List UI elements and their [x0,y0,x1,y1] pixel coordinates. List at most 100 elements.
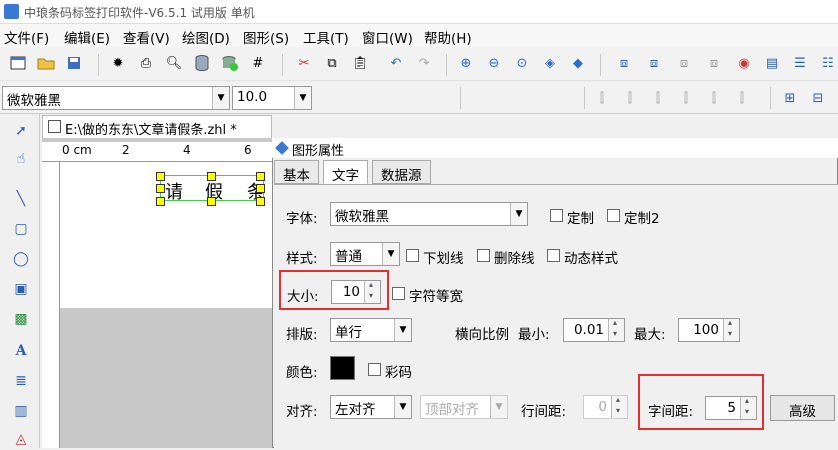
zoom-out-icon[interactable]: ⊖ [484,53,504,73]
settings-gear-icon[interactable]: ✹ [108,53,128,73]
stepper-arrows-icon[interactable] [723,318,739,341]
max-label: 最大: [634,327,666,343]
paste-icon[interactable]: 📋︎ [350,53,370,73]
underline-checkbox[interactable] [406,249,419,262]
menu-help[interactable]: 帮助(H) [424,27,472,47]
style-label: 样式: [286,251,318,267]
zoom-icon[interactable]: ⊙ [512,53,532,73]
cut-icon[interactable]: ✂ [294,53,314,73]
layout-select[interactable]: 单行 ▼ [330,318,412,342]
font-family-select[interactable]: 微软雅黑 ▼ [2,86,230,110]
group-icon[interactable]: ⧈ [674,53,694,73]
selection-handle[interactable] [256,184,265,193]
select-pointer-icon[interactable]: ➚ [10,120,32,142]
custom-checkbox[interactable] [550,209,563,222]
dynamic-style-checkbox[interactable] [547,249,560,262]
ellipse-tool-icon[interactable]: ◯ [10,248,32,270]
document-tab[interactable]: E:\做的东东\文章请假条.zhl * [42,115,272,138]
send-backward-icon[interactable]: ⧈ [644,53,664,73]
line-spacing-stepper[interactable]: 0 [583,395,628,419]
stepper-arrows-icon[interactable] [608,318,624,341]
vertical-align-value: 顶部对齐 [425,402,479,418]
print-icon[interactable]: ⎙ [136,53,156,73]
format-toolbar: 微软雅黑▼ 10.0▼ B I U S ⫿ ⫿ ⫿ ⫿ ⫿ ⫿ ⊞ ⊟ [0,82,838,190]
layer-icon[interactable]: ▤ [762,53,782,73]
bring-forward-icon[interactable]: ⧈ [614,53,634,73]
monospace-checkbox[interactable] [392,287,405,300]
align-objects-middle-icon[interactable]: ⫿ [704,88,724,108]
text-tool-icon[interactable]: A [10,340,32,362]
selection-handle[interactable] [156,172,165,181]
shape-tool-icon[interactable]: ◬ [10,428,32,450]
selection-handle[interactable] [256,197,265,206]
rectangle-tool-icon[interactable]: ▢ [10,218,32,240]
paragraph-text-icon[interactable]: ≣ [10,370,32,392]
line-tool-icon[interactable]: ╲ [10,188,32,210]
center-horizontal-icon[interactable]: ⊞ [780,88,800,108]
data-sync-icon[interactable] [220,53,240,73]
tab-text[interactable]: 文字 [323,160,368,184]
lock-view-icon[interactable]: ◉ [734,53,754,73]
font-select[interactable]: 微软雅黑 ▼ [330,202,528,226]
ungroup-icon[interactable]: ⧈ [704,53,724,73]
min-value: 0.01 [573,322,604,338]
fit-page-icon[interactable]: ◈ [540,53,560,73]
redo-icon[interactable]: ↷ [414,53,434,73]
database-icon[interactable] [192,53,212,73]
selection-handle[interactable] [156,184,165,193]
menu-window[interactable]: 窗口(W) [362,27,413,47]
menu-edit[interactable]: 编辑(E) [64,27,110,47]
actual-size-icon[interactable]: ◆ [568,53,588,73]
selection-handle[interactable] [207,197,216,206]
menu-draw[interactable]: 绘图(D) [182,27,230,47]
align-objects-right-icon[interactable]: ⫿ [648,88,668,108]
open-folder-icon[interactable] [36,53,56,73]
center-vertical-icon[interactable]: ⊟ [808,88,828,108]
vertical-align-select[interactable]: 顶部对齐 ▼ [420,395,508,419]
align-objects-bottom-icon[interactable]: ⫿ [732,88,752,108]
highlight-box [638,374,764,430]
menu-file[interactable]: 文件(F) [4,27,49,47]
barcode-tool-icon[interactable]: ▥ [10,400,32,422]
save-icon[interactable] [64,53,84,73]
custom2-checkbox[interactable] [607,209,620,222]
menu-view[interactable]: 查看(V) [123,27,170,47]
font-label: 字体: [286,211,318,227]
undo-icon[interactable]: ↶ [386,53,406,73]
color-swatch[interactable] [330,356,355,380]
stepper-arrows-icon[interactable] [611,395,627,418]
menu-shape[interactable]: 图形(S) [243,27,289,47]
tab-basic[interactable]: 基本 [274,160,319,184]
style-select[interactable]: 普通 ▼ [330,242,400,266]
copy-icon[interactable]: ⧉ [322,53,342,73]
align-objects-left-icon[interactable]: ⫿ [592,88,612,108]
selection-handle[interactable] [156,197,165,206]
pan-hand-icon[interactable]: ☝ [10,148,32,170]
line-spacing-label: 行间距: [521,404,567,420]
zoom-in-icon[interactable]: ⊕ [456,53,476,73]
align-objects-top-icon[interactable]: ⫿ [676,88,696,108]
min-scale-stepper[interactable]: 0.01 [563,318,625,342]
label-page[interactable]: 请 假 条 [60,162,272,308]
new-icon[interactable] [8,53,28,73]
selection-handle[interactable] [256,172,265,181]
menu-tools[interactable]: 工具(T) [303,27,349,47]
align-objects-center-icon[interactable]: ⫿ [620,88,640,108]
ruler-label: 6 [244,143,252,157]
image-tool-icon[interactable]: ▣ [10,278,32,300]
more-tools-icon[interactable]: ☷ [818,53,838,73]
properties-icon[interactable]: ☰ [790,53,810,73]
selection-handle[interactable] [207,172,216,181]
strikethrough-checkbox[interactable] [477,249,490,262]
chevron-down-icon: ▼ [382,243,399,265]
picture-tool-icon[interactable]: ▩ [10,308,32,330]
max-scale-stepper[interactable]: 100 [678,318,740,342]
horizontal-align-select[interactable]: 左对齐 ▼ [330,395,412,419]
font-size-select[interactable]: 10.0 ▼ [232,86,312,110]
colorful-checkbox[interactable] [368,363,381,376]
tab-datasource[interactable]: 数据源 [372,160,431,184]
print-preview-icon[interactable]: 🔍︎ [164,53,184,73]
advanced-button[interactable]: 高级 [770,395,835,421]
toolbar-separator [460,87,461,109]
grid-icon[interactable]: # [248,53,268,73]
